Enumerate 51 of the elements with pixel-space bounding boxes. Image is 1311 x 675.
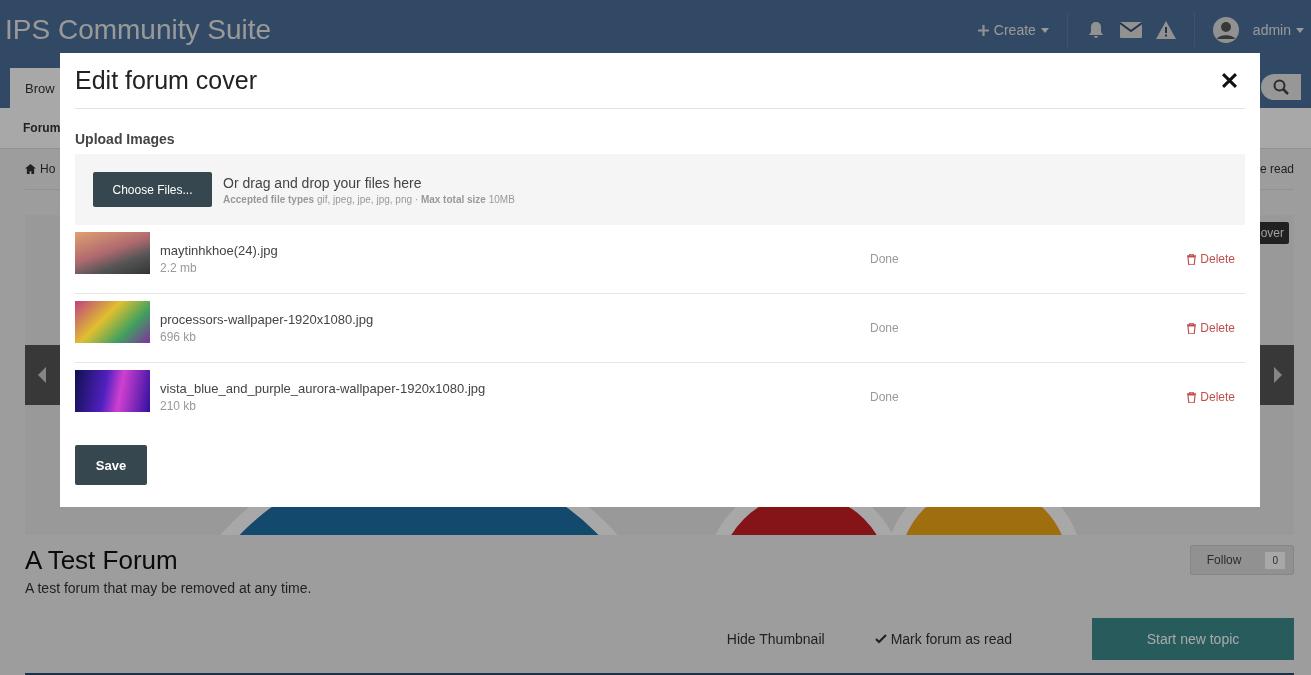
delete-button[interactable]: Delete — [1187, 390, 1235, 404]
forum-description: A test forum that may be removed at any time. — [25, 580, 312, 596]
search-icon — [1273, 79, 1289, 95]
nav-tab[interactable]: Brow — [10, 68, 60, 108]
choose-files-button[interactable]: Choose Files... — [93, 172, 212, 207]
forum-title: A Test Forum — [25, 545, 179, 576]
site-title[interactable]: IPS Community Suite — [5, 14, 272, 46]
sub-nav-tab[interactable]: Forum — [23, 121, 61, 135]
dialog-title: Edit forum cover — [75, 66, 257, 95]
accepted-types-text: Accepted file types gif, jpeg, jpe, jpg, png · Max total size 10MB — [223, 193, 515, 205]
start-topic-button[interactable]: Start new topic — [1092, 618, 1294, 660]
file-size: 210 kb — [160, 399, 198, 413]
close-icon[interactable] — [1222, 73, 1237, 88]
user-menu[interactable]: admin — [1252, 22, 1304, 38]
file-name: processors-wallpaper-1920x1080.jpg — [160, 312, 375, 327]
file-size: 2.2 mb — [160, 261, 198, 275]
chevron-right-icon — [1271, 367, 1282, 383]
home-icon — [25, 164, 36, 174]
trash-icon — [1187, 391, 1197, 403]
next-arrow-button[interactable] — [1259, 345, 1294, 405]
follow-button[interactable]: Follow 0 — [1189, 545, 1294, 575]
file-name: vista_blue_and_purple_aurora-wallpaper-1920x1080.jpg — [160, 381, 487, 396]
file-name: maytinhkhoe(24).jpg — [160, 243, 279, 258]
trash-icon — [1187, 322, 1197, 334]
section-heading: Upload Images — [75, 131, 176, 147]
search-field[interactable] — [1261, 74, 1301, 100]
previous-arrow-button[interactable] — [25, 345, 60, 405]
mark-read-link[interactable]: Mark forum as read — [890, 631, 1012, 647]
chevron-left-icon — [37, 367, 48, 383]
delete-button[interactable]: Delete — [1187, 252, 1235, 266]
upload-area[interactable]: Choose Files... Or drag and drop your files here Accepted file types gif, jpeg, jpe, jpg, png · Max total size 10MB — [75, 154, 1245, 225]
check-icon — [874, 634, 887, 644]
warning-icon[interactable] — [1155, 21, 1176, 39]
save-button[interactable]: Save — [75, 445, 147, 485]
caret-icon — [1040, 27, 1049, 33]
trash-icon — [1187, 253, 1197, 265]
drop-hint: Or drag and drop your files here — [223, 174, 423, 191]
upload-status: Done — [870, 321, 899, 335]
file-size: 696 kb — [160, 330, 198, 344]
upload-status: Done — [870, 252, 899, 266]
plus-icon — [977, 24, 989, 36]
breadcrumb-link[interactable]: Ho — [40, 162, 56, 176]
caret-icon — [1296, 27, 1304, 33]
avatar-icon[interactable] — [1212, 17, 1239, 43]
upload-status: Done — [870, 390, 899, 404]
mail-icon[interactable] — [1119, 22, 1142, 38]
hide-thumbnail-link[interactable]: Hide Thumbnail — [726, 631, 825, 647]
mark-read-link[interactable]: e read — [1259, 162, 1294, 176]
follower-count: 0 — [1265, 551, 1285, 569]
delete-button[interactable]: Delete — [1187, 321, 1235, 335]
create-button[interactable]: Create — [977, 22, 1049, 38]
